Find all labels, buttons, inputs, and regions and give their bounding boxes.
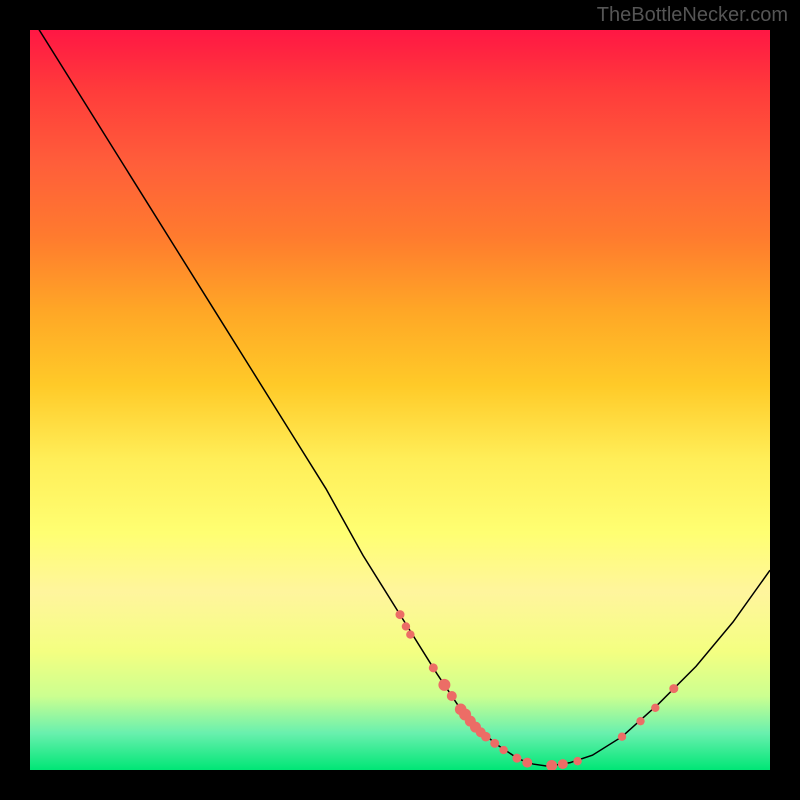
scatter-point — [522, 758, 532, 768]
scatter-point — [558, 759, 568, 769]
chart-plot-area — [30, 30, 770, 770]
watermark-text: TheBottleNecker.com — [597, 4, 788, 27]
scatter-point — [636, 717, 644, 725]
scatter-point — [490, 739, 499, 748]
scatter-point — [447, 691, 457, 701]
scatter-point — [669, 684, 678, 693]
scatter-point — [618, 733, 626, 741]
scatter-point — [512, 754, 521, 763]
bottleneck-curve-line — [30, 30, 770, 766]
scatter-point — [429, 663, 438, 672]
scatter-point — [406, 630, 414, 638]
scatter-point — [499, 746, 507, 754]
scatter-point — [651, 704, 659, 712]
scatter-point — [402, 622, 410, 630]
chart-svg — [30, 30, 770, 770]
scatter-points-group — [396, 610, 679, 770]
scatter-point — [573, 757, 581, 765]
scatter-point — [546, 760, 557, 770]
scatter-point — [481, 732, 491, 742]
scatter-point — [396, 610, 405, 619]
scatter-point — [438, 679, 450, 691]
